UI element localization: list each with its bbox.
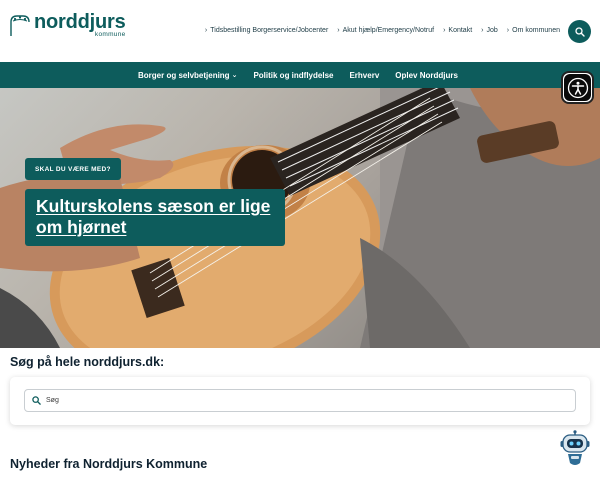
chevron-right-icon: ›: [337, 27, 340, 34]
chatbot-button[interactable]: [560, 430, 590, 468]
chevron-right-icon: ›: [443, 27, 446, 34]
chevron-down-icon: ⌄: [231, 72, 238, 79]
search-heading: Søg på hele norddjurs.dk:: [10, 355, 165, 369]
top-header: norddjurs kommune › Tidsbestilling Borger…: [0, 0, 600, 62]
util-link-tidsbestilling[interactable]: › Tidsbestilling Borgerservice/Jobcenter: [205, 27, 328, 34]
main-nav: Borger og selvbetjening ⌄ Politik og indf…: [0, 62, 600, 88]
site-search-input[interactable]: [46, 397, 546, 404]
logo-text: norddjurs: [34, 11, 126, 33]
logo-mark-icon: [8, 12, 32, 38]
accessibility-button[interactable]: [561, 71, 594, 104]
util-link-om-kommunen[interactable]: › Om kommunen: [507, 27, 560, 34]
chevron-right-icon: ›: [204, 27, 208, 34]
chevron-right-icon: ›: [506, 27, 510, 34]
accessibility-icon: [567, 77, 588, 98]
nav-item-erhverv[interactable]: Erhverv: [349, 71, 379, 80]
util-link-job[interactable]: › Job: [481, 27, 498, 34]
hero-banner: SKAL DU VÆRE MED? Kulturskolens sæson er…: [0, 88, 600, 348]
search-card: [10, 377, 590, 425]
logo-subtext: kommune: [94, 31, 126, 38]
site-search-field[interactable]: [24, 389, 576, 412]
nav-item-borger[interactable]: Borger og selvbetjening ⌄: [138, 71, 237, 80]
chevron-right-icon: ›: [481, 27, 484, 34]
search-icon: [32, 396, 41, 405]
header-search-button[interactable]: [568, 20, 591, 43]
hero-tag: SKAL DU VÆRE MED?: [25, 158, 121, 180]
news-heading: Nyheder fra Norddjurs Kommune: [10, 457, 208, 471]
search-icon: [574, 26, 585, 37]
chatbot-robot-icon: [560, 430, 590, 465]
hero-title: Kulturskolens sæson er lige om hjørnet: [36, 196, 271, 237]
site-logo[interactable]: norddjurs kommune: [8, 12, 126, 38]
utility-links: › Tidsbestilling Borgerservice/Jobcenter …: [205, 27, 560, 34]
hero-title-link[interactable]: Kulturskolens sæson er lige om hjørnet: [25, 189, 285, 246]
nav-item-politik[interactable]: Politik og indflydelse: [253, 71, 333, 80]
nav-item-oplev[interactable]: Oplev Norddjurs: [395, 71, 458, 80]
util-link-kontakt[interactable]: › Kontakt: [443, 27, 472, 34]
util-link-akut-hjaelp[interactable]: › Akut hjælp/Emergency/Notruf: [337, 27, 434, 34]
